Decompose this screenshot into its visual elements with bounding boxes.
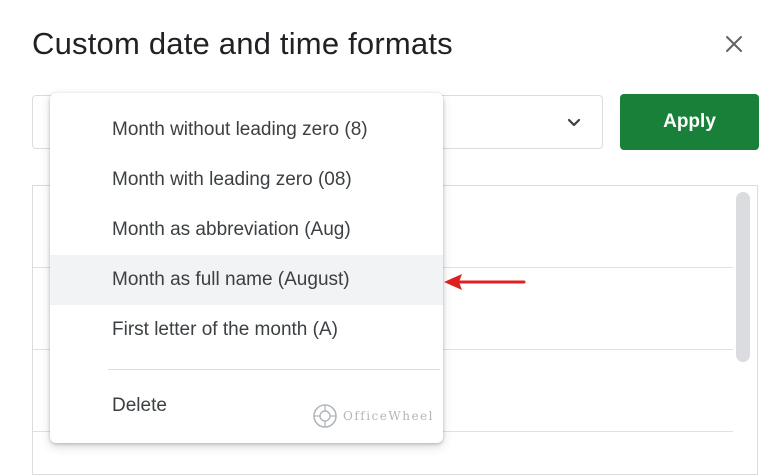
close-icon[interactable] [722, 32, 746, 56]
scrollbar-thumb[interactable] [736, 192, 750, 362]
format-dropdown-menu: Month without leading zero (8) Month wit… [50, 93, 443, 443]
chevron-down-icon[interactable] [564, 112, 584, 132]
dialog-title: Custom date and time formats [32, 26, 453, 61]
menu-divider [108, 369, 440, 370]
menu-item-month-abbreviation[interactable]: Month as abbreviation (Aug) [50, 205, 443, 255]
watermark-text: OfficeWheel [343, 409, 434, 423]
menu-item-month-first-letter[interactable]: First letter of the month (A) [50, 305, 443, 355]
watermark: OfficeWheel [312, 403, 434, 429]
red-arrow-left-icon [444, 274, 526, 290]
officewheel-logo-icon [313, 404, 337, 428]
menu-item-month-leading-zero[interactable]: Month with leading zero (08) [50, 155, 443, 205]
menu-item-month-no-leading-zero[interactable]: Month without leading zero (8) [50, 105, 443, 155]
menu-item-month-full-name[interactable]: Month as full name (August) [50, 255, 443, 305]
apply-button[interactable]: Apply [620, 94, 759, 150]
